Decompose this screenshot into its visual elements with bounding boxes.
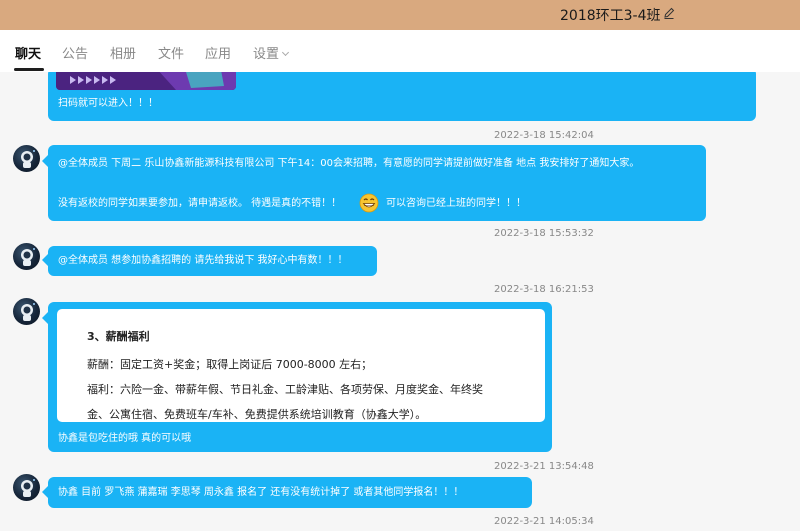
edit-icon[interactable] <box>662 6 676 20</box>
tab-chat[interactable]: 聊天 <box>15 43 41 62</box>
card-line: 薪酬：固定工资+奖金；取得上岗证后 7000-8000 左右； <box>87 358 373 371</box>
avatar[interactable] <box>13 298 40 325</box>
active-tab-indicator <box>14 68 44 71</box>
avatar[interactable] <box>13 474 40 501</box>
message-text: @全体成员 想参加协鑫招聘的 请先给我说下 我好心中有数！！！ <box>58 255 348 266</box>
tab-files[interactable]: 文件 <box>158 43 184 62</box>
message-timestamp: 2022-3-18 15:53:32 <box>494 228 594 239</box>
message-bubble[interactable]: 扫码就可以进入！！！ <box>48 72 756 121</box>
tab-settings-label: 设置 <box>253 47 280 62</box>
bubble-tail <box>42 486 48 498</box>
message-bubble[interactable]: @全体成员 下周二 乐山协鑫新能源科技有限公司 下午14：00会来招聘，有意愿的… <box>42 145 706 221</box>
astronaut-icon <box>21 248 35 266</box>
qr-image-thumbnail[interactable] <box>56 72 236 90</box>
avatar[interactable] <box>13 243 40 270</box>
message-timestamp: 2022-3-21 13:54:48 <box>494 461 594 472</box>
astronaut-icon <box>21 150 35 168</box>
message-bubble[interactable]: @全体成员 想参加协鑫招聘的 请先给我说下 我好心中有数！！！ <box>42 246 377 276</box>
message-text: 协鑫是包吃住的哦 真的可以哦 <box>58 433 192 444</box>
bubble-tail <box>42 312 48 324</box>
card-line: 福利：六险一金、带薪年假、节日礼金、工龄津贴、各项劳保、月度奖金、年终奖 <box>87 383 483 396</box>
message-text: 协鑫 目前 罗飞燕 蒲嘉瑞 李思琴 周永鑫 报名了 还有没有统计掉了 或者其他同… <box>58 487 464 498</box>
title-bar: 2018环工3-4班 <box>0 0 800 30</box>
card-title: 3、薪酬福利 <box>87 330 150 343</box>
bubble-tail <box>42 155 48 167</box>
message-text: @全体成员 下周二 乐山协鑫新能源科技有限公司 下午14：00会来招聘，有意愿的… <box>58 158 640 169</box>
card-line: 金、公寓住宿、免费班车/车补、免费提供系统培训教育（协鑫大学）。 <box>87 408 427 421</box>
benefits-card-image[interactable]: 3、薪酬福利 薪酬：固定工资+奖金；取得上岗证后 7000-8000 左右； 福… <box>57 309 545 422</box>
message-bubble[interactable]: 3、薪酬福利 薪酬：固定工资+奖金；取得上岗证后 7000-8000 左右； 福… <box>42 302 552 452</box>
tab-album[interactable]: 相册 <box>110 43 136 62</box>
group-title: 2018环工3-4班 <box>560 8 661 24</box>
astronaut-icon <box>21 479 35 497</box>
message-bubble[interactable]: 协鑫 目前 罗飞燕 蒲嘉瑞 李思琴 周永鑫 报名了 还有没有统计掉了 或者其他同… <box>42 477 532 508</box>
chevron-down-icon <box>281 48 290 57</box>
message-text: 可以咨询已经上班的同学！！！ <box>386 198 526 209</box>
avatar[interactable] <box>13 145 40 172</box>
message-text: 扫码就可以进入！！！ <box>58 98 158 109</box>
chat-area[interactable]: 扫码就可以进入！！！ 2022-3-18 15:42:04 @全体成员 下周二 … <box>0 72 800 531</box>
bubble-tail <box>42 254 48 266</box>
message-timestamp: 2022-3-21 14:05:34 <box>494 516 594 527</box>
tab-announcements[interactable]: 公告 <box>62 43 88 62</box>
astronaut-icon <box>21 303 35 321</box>
tab-bar: 聊天 公告 相册 文件 应用 设置 <box>0 30 800 72</box>
grinning-emoji-icon <box>359 193 379 213</box>
tab-settings[interactable]: 设置 <box>253 43 290 62</box>
tab-apps[interactable]: 应用 <box>205 43 231 62</box>
message-timestamp: 2022-3-18 16:21:53 <box>494 284 594 295</box>
message-timestamp: 2022-3-18 15:42:04 <box>494 130 594 141</box>
message-text: 没有返校的同学如果要参加，请申请返校。 待遇是真的不错！！ <box>58 198 342 209</box>
